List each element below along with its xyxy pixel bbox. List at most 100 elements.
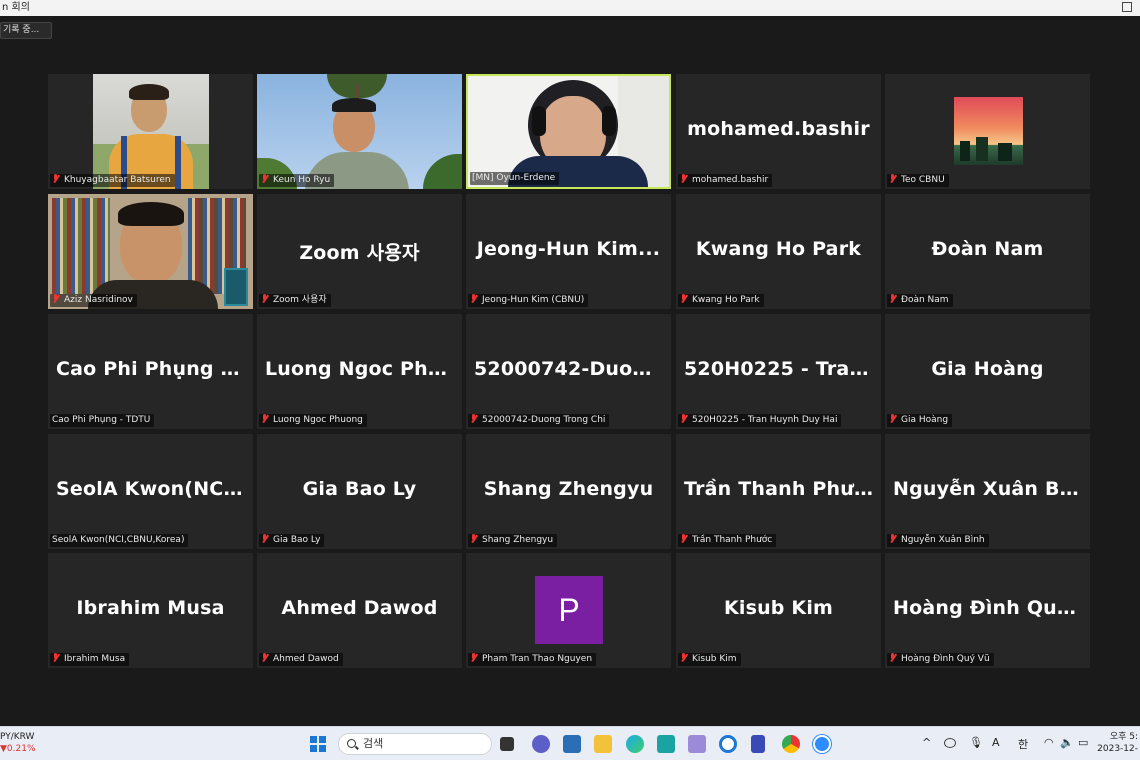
participant-tile[interactable]: Luong Ngoc Phu... Luong Ngoc Phuong bbox=[257, 314, 462, 429]
participant-display-name: Đoàn Nam bbox=[931, 238, 1044, 260]
muted-mic-icon bbox=[470, 414, 478, 423]
input-language-indicator[interactable]: A bbox=[992, 736, 1000, 749]
volume-icon[interactable]: 🔈 bbox=[1060, 736, 1074, 749]
participant-name-label: Shang Zhengyu bbox=[468, 534, 558, 547]
participant-display-name: Gia Bao Ly bbox=[302, 478, 417, 500]
muted-mic-icon bbox=[680, 294, 688, 303]
muted-mic-icon bbox=[889, 414, 897, 423]
chat-icon[interactable] bbox=[532, 735, 550, 753]
video-feed bbox=[257, 74, 462, 189]
search-icon bbox=[347, 739, 356, 748]
participant-tile[interactable]: Ibrahim Musa Ibrahim Musa bbox=[48, 553, 253, 668]
participant-tile[interactable]: Nguyễn Xuân Bình Nguyễn Xuân Bình bbox=[885, 434, 1090, 549]
participant-tile[interactable]: Gia Hoàng Gia Hoàng bbox=[885, 314, 1090, 429]
gallery-view: Khuyagbaatar Batsuren Keun Ho Ryu [MN] O… bbox=[48, 74, 1092, 668]
taskbar-search[interactable]: 검색 bbox=[338, 733, 492, 755]
muted-mic-icon bbox=[52, 294, 60, 303]
participant-tile[interactable]: SeolA Kwon(NCI... SeolA Kwon(NCI,CBNU,Ko… bbox=[48, 434, 253, 549]
participant-name-label: Khuyagbaatar Batsuren bbox=[50, 174, 175, 187]
participant-display-name: Shang Zhengyu bbox=[483, 478, 654, 500]
zoom-app-icon[interactable] bbox=[813, 735, 831, 753]
microphone-icon[interactable]: 🎙 bbox=[969, 736, 983, 749]
muted-mic-icon bbox=[261, 534, 269, 543]
participant-display-name: Zoom 사용자 bbox=[299, 242, 420, 264]
participant-tile[interactable]: Jeong-Hun Kim... Jeong-Hun Kim (CBNU) bbox=[466, 194, 671, 309]
participant-tile[interactable]: P Pham Tran Thao Nguyen bbox=[466, 553, 671, 668]
participant-tile[interactable]: Teo CBNU bbox=[885, 74, 1090, 189]
participant-name-label: Jeong-Hun Kim (CBNU) bbox=[468, 294, 589, 307]
participant-name-label: 52000742-Duong Trong Chi bbox=[468, 414, 610, 427]
muted-mic-icon bbox=[470, 653, 478, 662]
wifi-icon[interactable]: ◠ bbox=[1044, 736, 1054, 749]
participant-tile[interactable]: Zoom 사용자 Zoom 사용자 bbox=[257, 194, 462, 309]
battery-icon[interactable]: ▭ bbox=[1078, 736, 1088, 749]
participant-name-label: Teo CBNU bbox=[887, 174, 949, 187]
avatar: P bbox=[535, 576, 603, 644]
tray-app-icon[interactable] bbox=[944, 738, 956, 748]
participant-tile[interactable]: Khuyagbaatar Batsuren bbox=[48, 74, 253, 189]
participant-tile[interactable]: 520H0225 - Tran... 520H0225 - Tran Huynh… bbox=[676, 314, 881, 429]
ticker-pair: PY/KRW bbox=[0, 732, 35, 742]
muted-mic-icon bbox=[889, 174, 897, 183]
muted-mic-icon bbox=[52, 653, 60, 662]
participant-tile[interactable]: Gia Bao Ly Gia Bao Ly bbox=[257, 434, 462, 549]
participant-tile[interactable]: Ahmed Dawod Ahmed Dawod bbox=[257, 553, 462, 668]
participant-tile[interactable]: Keun Ho Ryu bbox=[257, 74, 462, 189]
restore-window-button[interactable] bbox=[1122, 2, 1132, 12]
participant-tile[interactable]: Aziz Nasridinov bbox=[48, 194, 253, 309]
app-icon[interactable] bbox=[688, 735, 706, 753]
search-placeholder: 검색 bbox=[363, 737, 384, 750]
muted-mic-icon bbox=[261, 414, 269, 423]
participant-display-name: Kwang Ho Park bbox=[695, 238, 862, 260]
system-clock[interactable]: 오후 5: 2023-12- bbox=[1097, 731, 1138, 755]
muted-mic-icon bbox=[261, 294, 269, 303]
chrome-browser-icon[interactable] bbox=[782, 735, 800, 753]
participant-tile[interactable]: 52000742-Duon... 52000742-Duong Trong Ch… bbox=[466, 314, 671, 429]
participant-name-label: Ibrahim Musa bbox=[50, 653, 130, 666]
participant-display-name: Gia Hoàng bbox=[931, 358, 1044, 380]
recording-label: 기록 중... bbox=[3, 25, 40, 35]
file-explorer-icon[interactable] bbox=[594, 735, 612, 753]
edge-browser-icon[interactable] bbox=[626, 735, 644, 753]
app-icon[interactable] bbox=[751, 735, 765, 753]
stock-widget[interactable]: PY/KRW ▼0.21% bbox=[0, 731, 36, 755]
participant-name-label: [MN] Oyun-Erdene bbox=[470, 172, 560, 185]
muted-mic-icon bbox=[470, 534, 478, 543]
store-icon[interactable] bbox=[563, 735, 581, 753]
participant-tile-active-speaker[interactable]: [MN] Oyun-Erdene bbox=[466, 74, 671, 189]
app-icon[interactable] bbox=[719, 735, 737, 753]
participant-name-label: Ahmed Dawod bbox=[259, 653, 343, 666]
participant-tile[interactable]: Cao Phi Phụng -... Cao Phi Phụng - TDTU bbox=[48, 314, 253, 429]
muted-mic-icon bbox=[889, 534, 897, 543]
ime-mode-indicator[interactable]: 한 bbox=[1018, 736, 1028, 752]
video-feed bbox=[468, 76, 669, 187]
window-titlebar: n 회의 bbox=[0, 0, 1140, 16]
participant-display-name: 52000742-Duon... bbox=[474, 358, 663, 380]
app-icon[interactable] bbox=[657, 735, 675, 753]
participant-tile[interactable]: mohamed.bashir mohamed.bashir bbox=[676, 74, 881, 189]
participant-name-label: Aziz Nasridinov bbox=[50, 294, 137, 307]
participant-display-name: Ibrahim Musa bbox=[76, 597, 225, 619]
participant-name-label: Trần Thanh Phước bbox=[678, 534, 777, 547]
participant-display-name: Nguyễn Xuân Bình bbox=[893, 478, 1082, 500]
participant-name-label: Kwang Ho Park bbox=[678, 294, 764, 307]
participant-name-label: 520H0225 - Tran Huynh Duy Hai bbox=[678, 414, 842, 427]
recording-indicator[interactable]: 기록 중... bbox=[0, 22, 52, 39]
muted-mic-icon bbox=[261, 174, 269, 183]
participant-tile[interactable]: Kisub Kim Kisub Kim bbox=[676, 553, 881, 668]
participant-tile[interactable]: Shang Zhengyu Shang Zhengyu bbox=[466, 434, 671, 549]
show-hidden-icons-chevron-up-icon[interactable]: ^ bbox=[922, 736, 931, 749]
participant-display-name: Kisub Kim bbox=[723, 597, 834, 619]
ticker-change: ▼0.21% bbox=[0, 744, 36, 754]
start-button[interactable] bbox=[310, 736, 326, 752]
participant-name-label: mohamed.bashir bbox=[678, 174, 773, 187]
task-view-icon[interactable] bbox=[500, 737, 514, 751]
participant-tile[interactable]: Trần Thanh Phước Trần Thanh Phước bbox=[676, 434, 881, 549]
participant-display-name: Hoàng Đình Quý... bbox=[893, 597, 1082, 619]
participant-tile[interactable]: Đoàn Nam Đoàn Nam bbox=[885, 194, 1090, 309]
participant-tile[interactable]: Hoàng Đình Quý... Hoàng Đình Quý Vũ bbox=[885, 553, 1090, 668]
muted-mic-icon bbox=[470, 294, 478, 303]
participant-tile[interactable]: Kwang Ho Park Kwang Ho Park bbox=[676, 194, 881, 309]
muted-mic-icon bbox=[261, 653, 269, 662]
participant-name-label: Đoàn Nam bbox=[887, 294, 953, 307]
